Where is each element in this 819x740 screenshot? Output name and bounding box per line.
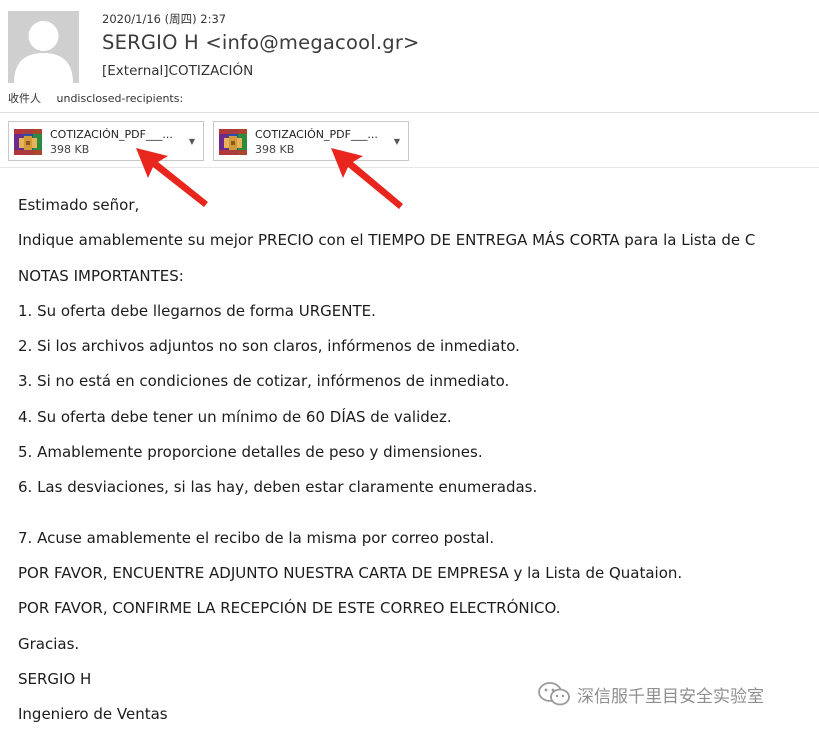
winrar-archive-icon — [14, 129, 42, 155]
to-value[interactable]: undisclosed-recipients: — [57, 92, 184, 105]
attachment-size: 398 KB — [50, 143, 90, 156]
note-item: 3. Si no está en condiciones de cotizar,… — [18, 372, 510, 391]
sender-avatar — [8, 11, 79, 83]
person-icon — [14, 21, 73, 83]
sender-name[interactable]: SERGIO H <info@megacool.gr> — [102, 31, 420, 54]
attachments-divider — [0, 167, 819, 168]
attachment-size: 398 KB — [255, 143, 295, 156]
greeting: Estimado señor, — [18, 196, 140, 214]
attachment-name: COTIZACIÓN_PDF___... — [50, 128, 173, 141]
note-item: 7. Acuse amablemente el recibo de la mis… — [18, 528, 495, 547]
attachment-name: COTIZACIÓN_PDF___... — [255, 128, 378, 141]
notes-heading: NOTAS IMPORTANTES: — [18, 266, 184, 285]
recipients-row: 收件人 undisclosed-recipients: — [8, 90, 183, 106]
intro-text: Indique amablemente su mejor PRECIO con … — [18, 231, 756, 250]
to-label: 收件人 — [8, 92, 41, 105]
watermark-text: 深信服千里目安全实验室 — [577, 686, 764, 707]
thanks-text: Gracias. — [18, 634, 80, 653]
sent-date: 2020/1/16 (周四) 2:37 — [102, 12, 227, 26]
attach-notice: POR FAVOR, ENCUENTRE ADJUNTO NUESTRA CAR… — [18, 563, 683, 582]
note-item: 4. Su oferta debe tener un mínimo de 60 … — [18, 407, 452, 426]
email-header: 2020/1/16 (周四) 2:37 SERGIO H <info@megac… — [0, 0, 819, 112]
header-divider — [0, 112, 819, 113]
email-body: Estimado señor, Indique amablemente su m… — [18, 196, 819, 740]
email-subject: [External]COTIZACIÓN — [102, 63, 254, 79]
wechat-icon — [538, 682, 570, 706]
note-item: 2. Si los archivos adjuntos no son claro… — [18, 337, 520, 356]
note-item: 5. Amablemente proporcione detalles de p… — [18, 443, 483, 462]
winrar-archive-icon — [219, 129, 247, 155]
note-item: 1. Su oferta debe llegarnos de forma URG… — [18, 301, 376, 320]
watermark: 深信服千里目安全实验室 — [537, 681, 764, 707]
confirm-notice: POR FAVOR, CONFIRME LA RECEPCIÓN DE ESTE… — [18, 599, 561, 618]
note-item: 6. Las desviaciones, si las hay, deben e… — [18, 478, 538, 497]
signature-title: Ingeniero de Ventas — [18, 705, 168, 724]
